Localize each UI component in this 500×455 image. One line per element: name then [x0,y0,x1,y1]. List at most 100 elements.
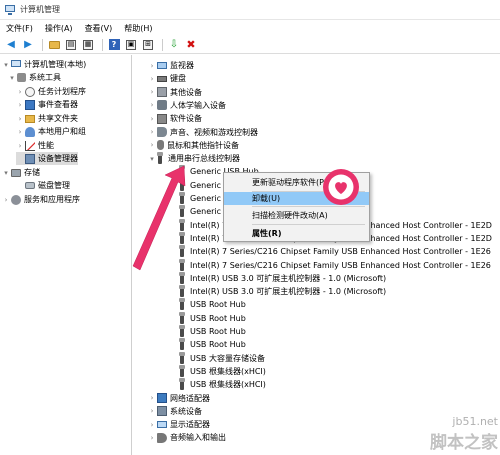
nav-tree-item[interactable]: › 本地用户和组 [16,125,86,138]
uninstall-x-icon[interactable]: ✖ [184,38,198,52]
expander-chevron-icon[interactable]: › [148,394,156,402]
properties-icon[interactable]: ▣ [124,38,138,52]
menu-file[interactable]: 文件(F) [6,23,33,34]
device-category[interactable]: › 鼠标和其他指针设备 [148,139,239,152]
expander-chevron-icon[interactable]: › [16,142,24,150]
usb-icon [179,285,185,298]
device-category[interactable]: › 系统设备 [148,405,202,418]
device-category[interactable]: › 声音、视频和游戏控制器 [148,126,258,139]
expander-chevron-icon[interactable]: › [16,128,24,136]
expander-chevron-icon[interactable]: › [148,141,156,149]
title-bar: 计算机管理 [0,0,500,20]
usb-controller-icon [157,152,163,165]
nav-tree-item[interactable]: ▾ 存储 [2,166,40,179]
device-category[interactable]: › 显示适配器 [148,418,210,431]
expander-chevron-icon[interactable]: › [16,101,24,109]
device-category-label: 人体学输入设备 [170,100,226,110]
device-category[interactable]: › 人体学输入设备 [148,99,226,112]
nav-tree-label: 计算机管理(本地) [24,60,87,69]
device-category[interactable]: › 网络适配器 [148,392,210,405]
nav-tree-item[interactable]: 磁盘管理 [16,179,70,192]
forward-arrow-icon[interactable]: ▶ [21,38,35,52]
device-category-label: 鼠标和其他指针设备 [167,140,239,150]
nav-tree-item[interactable]: › 性能 [16,139,54,152]
device-item[interactable]: USB 根集线器(xHCI) [178,378,266,391]
device-category[interactable]: › 监视器 [148,59,194,72]
nav-tree-item[interactable]: › 事件查看器 [16,98,78,111]
performance-icon [25,140,35,151]
device-category-label: 通用串行总线控制器 [168,154,240,164]
device-item[interactable]: Intel(R) 7 Series/C216 Chipset Family US… [178,245,491,258]
expander-chevron-icon[interactable]: › [148,101,156,109]
device-item[interactable]: USB Root Hub [178,338,246,351]
device-category[interactable]: › 键盘 [148,72,186,85]
menu-view[interactable]: 查看(V) [85,23,113,34]
device-item[interactable]: USB 大容量存储设备 [178,351,265,365]
expander-chevron-icon[interactable]: › [148,128,156,136]
expander-chevron-icon[interactable]: › [2,196,10,204]
device-label: USB Root Hub [190,300,246,310]
device-item[interactable]: Intel(R) 7 Series/C216 Chipset Family US… [178,258,491,272]
expander-chevron-icon[interactable]: ▾ [2,61,10,69]
expander-chevron-icon[interactable]: › [148,421,156,429]
device-item[interactable]: USB Root Hub [178,298,246,311]
expander-chevron-icon[interactable]: › [16,88,24,96]
device-item[interactable]: Intel(R) USB 3.0 可扩展主机控制器 - 1.0 (Microso… [178,271,386,285]
usb-icon [179,245,185,258]
audio-io-icon [157,432,167,443]
usb-icon [179,351,185,364]
context-separator [252,224,365,225]
show-hide-tree-icon[interactable]: ▤ [64,38,78,52]
toolbar-separator [162,38,163,51]
expander-chevron-icon[interactable]: › [148,434,156,442]
device-category[interactable]: › 软件设备 [148,112,202,125]
device-item[interactable]: USB Root Hub [178,311,246,325]
mouse-icon [157,140,164,151]
usb-icon [179,165,185,178]
nav-tree-item[interactable]: › 服务和应用程序 [2,193,80,206]
device-label: USB 根集线器(xHCI) [190,366,266,376]
device-item[interactable]: USB Root Hub [178,325,246,338]
context-item-properties[interactable]: 属性(R) [224,227,369,240]
nav-tree-item[interactable]: 设备管理器 [16,152,78,165]
help-icon[interactable]: ? [107,38,121,52]
toolbar-separator [42,38,43,51]
expander-chevron-icon[interactable]: ▾ [8,74,16,82]
main-content: ▾ 计算机管理(本地) ▾ 系统工具 › 任务计划程序 › 事件查看器 › 共享文件夹 › 本地用户和… [0,55,500,455]
expander-chevron-icon[interactable]: › [16,115,24,123]
device-item[interactable]: Intel(R) USB 3.0 可扩展主机控制器 - 1.0 (Microso… [178,285,386,298]
menu-action[interactable]: 操作(A) [45,23,73,34]
expander-chevron-icon[interactable]: › [148,88,156,96]
nav-tree-item[interactable]: ▾ 计算机管理(本地) [2,58,86,71]
nav-tree-item[interactable]: ▾ 系统工具 [8,71,61,84]
expander-chevron-icon[interactable]: ▾ [2,169,10,177]
usb-icon [179,218,185,231]
device-label: USB Root Hub [190,313,246,323]
update-driver-icon[interactable]: ⇩ [167,38,181,52]
usb-icon [179,364,185,377]
device-item[interactable]: USB 根集线器(xHCI) [178,364,266,378]
menu-help[interactable]: 帮助(H) [124,23,152,34]
nav-tree-item[interactable]: › 任务计划程序 [16,85,86,98]
usb-icon [179,338,185,351]
export-list-icon[interactable]: ▦ [81,38,95,52]
monitor-icon [157,62,167,69]
expander-chevron-icon[interactable]: ▾ [148,155,156,163]
expander-chevron-icon[interactable]: › [148,407,156,415]
display-adapter-icon [157,421,167,429]
nav-tree-item[interactable]: › 共享文件夹 [16,112,78,125]
disk-icon [25,182,35,189]
up-folder-icon[interactable] [47,38,61,52]
expander-chevron-icon[interactable]: › [148,62,156,70]
device-category[interactable]: › 音频输入和输出 [148,431,226,444]
device-category[interactable]: › 其他设备 [148,86,202,99]
back-arrow-icon[interactable]: ◀ [4,38,18,52]
tools-icon [17,73,26,82]
context-item-scan-hardware[interactable]: 扫描检测硬件改动(A) [224,209,369,222]
scan-hardware-icon[interactable]: ⊞ [141,38,155,52]
device-category[interactable]: ▾ 通用串行总线控制器 [148,152,240,165]
expander-chevron-icon[interactable]: › [148,115,156,123]
usb-icon [179,378,185,391]
device-category-label: 显示适配器 [170,420,210,430]
expander-chevron-icon[interactable]: › [148,75,156,83]
